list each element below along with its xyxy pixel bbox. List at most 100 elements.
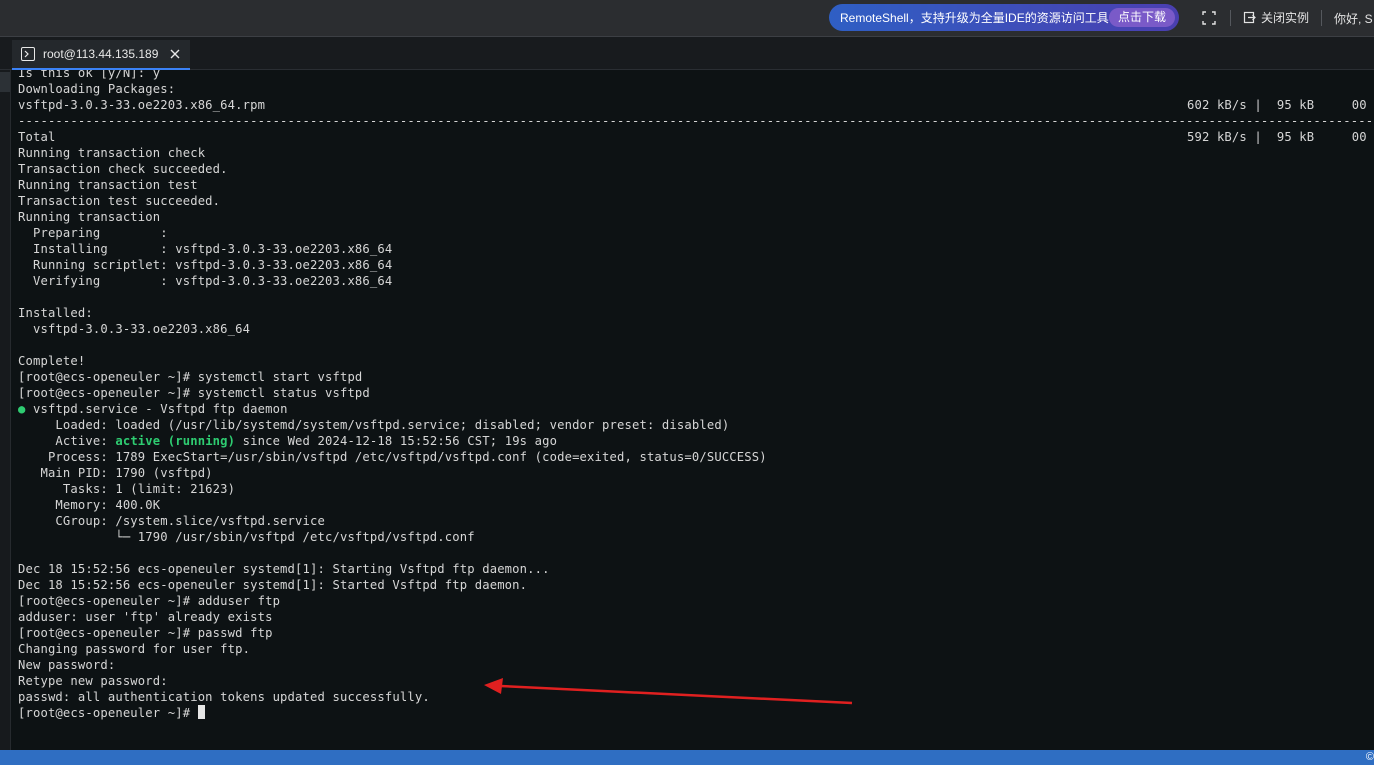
remoteshell-promo-banner[interactable]: RemoteShell，支持升级为全量IDE的资源访问工具 点击下载 (829, 4, 1179, 31)
terminal-line: Total 592 kB/s | 95 kB 00 (18, 129, 1374, 145)
exit-icon (1243, 11, 1256, 24)
terminal-line: ----------------------------------------… (18, 113, 1374, 129)
line-text: Memory: 400.0K (18, 498, 161, 512)
terminal-line: Transaction check succeeded. (18, 161, 1374, 177)
line-text: Preparing : (18, 226, 168, 240)
line-text: passwd: all authentication tokens update… (18, 690, 430, 704)
line-text: Tasks: 1 (limit: 21623) (18, 482, 236, 496)
terminal-line: Verifying : vsftpd-3.0.3-33.oe2203.x86_6… (18, 273, 1374, 289)
terminal-line: Memory: 400.0K (18, 497, 1374, 513)
line-text: Running transaction check (18, 146, 206, 160)
status-corner-text: © (1365, 751, 1374, 763)
terminal-line: [root@ecs-openeuler ~]# adduser ftp (18, 593, 1374, 609)
line-text: vsftpd-3.0.3-33.oe2203.x86_64.rpm (18, 98, 266, 112)
line-text: Installing : vsftpd-3.0.3-33.oe2203.x86_… (18, 242, 393, 256)
terminal-line: ● vsftpd.service - Vsftpd ftp daemon (18, 401, 1374, 417)
download-button[interactable]: 点击下载 (1108, 8, 1175, 27)
session-tab-bar: root@113.44.135.189 (0, 37, 1374, 70)
fullscreen-icon[interactable] (1201, 10, 1217, 26)
download-stats: 602 kB/s | 95 kB 00 (1187, 98, 1367, 112)
top-toolbar: RemoteShell，支持升级为全量IDE的资源访问工具 点击下载 关闭实例 … (0, 0, 1374, 37)
terminal-line: [root@ecs-openeuler ~]# systemctl start … (18, 369, 1374, 385)
line-text: Downloading Packages: (18, 82, 176, 96)
terminal-line: Dec 18 15:52:56 ecs-openeuler systemd[1]… (18, 561, 1374, 577)
line-text: [root@ecs-openeuler ~]# systemctl start … (18, 370, 363, 384)
terminal-line: └─ 1790 /usr/sbin/vsftpd /etc/vsftpd/vsf… (18, 529, 1374, 545)
terminal-line: Running transaction test (18, 177, 1374, 193)
terminal-line: Active: active (running) since Wed 2024-… (18, 433, 1374, 449)
terminal-line: Retype new password: (18, 673, 1374, 689)
line-text: vsftpd-3.0.3-33.oe2203.x86_64 (18, 322, 251, 336)
terminal-lines: Is this ok [y/N]: y Downloading Packages:… (18, 70, 1374, 721)
line-text: [root@ecs-openeuler ~]# passwd ftp (18, 626, 273, 640)
line-text: [root@ecs-openeuler ~]# adduser ftp (18, 594, 281, 608)
terminal-line: New password: (18, 657, 1374, 673)
terminal-line: [root@ecs-openeuler ~]# passwd ftp (18, 625, 1374, 641)
line-text: Process: 1789 ExecStart=/usr/sbin/vsftpd… (18, 450, 767, 464)
line-text: vsftpd.service - Vsftpd ftp daemon (25, 402, 288, 416)
toolbar-divider (1321, 10, 1322, 26)
terminal-line: vsftpd-3.0.3-33.oe2203.x86_64 (18, 321, 1374, 337)
line-text: Transaction check succeeded. (18, 162, 228, 176)
line-text: CGroup: /system.slice/vsftpd.service (18, 514, 325, 528)
close-tab-icon[interactable] (169, 48, 181, 60)
line-text: [root@ecs-openeuler ~]# systemctl status… (18, 386, 370, 400)
line-text: Dec 18 15:52:56 ecs-openeuler systemd[1]… (18, 578, 528, 592)
line-text: Transaction test succeeded. (18, 194, 221, 208)
terminal-line: Transaction test succeeded. (18, 193, 1374, 209)
line-text: Loaded: loaded (/usr/lib/systemd/system/… (18, 418, 730, 432)
close-instance-button[interactable]: 关闭实例 (1243, 9, 1309, 26)
line-text: Running transaction test (18, 178, 198, 192)
download-stats: 592 kB/s | 95 kB 00 (1187, 130, 1367, 144)
line-text: └─ 1790 /usr/sbin/vsftpd /etc/vsftpd/vsf… (18, 530, 475, 544)
line-text: Running transaction (18, 210, 161, 224)
left-gutter (0, 70, 11, 750)
line-text: Active: (18, 434, 116, 448)
line-text: Running scriptlet: vsftpd-3.0.3-33.oe220… (18, 258, 393, 272)
terminal-line: Running scriptlet: vsftpd-3.0.3-33.oe220… (18, 257, 1374, 273)
terminal-line: Downloading Packages: (18, 81, 1374, 97)
terminal-line: Dec 18 15:52:56 ecs-openeuler systemd[1]… (18, 577, 1374, 593)
terminal-line: Running transaction check (18, 145, 1374, 161)
line-text: Total (18, 130, 56, 144)
line-text: Dec 18 15:52:56 ecs-openeuler systemd[1]… (18, 562, 550, 576)
terminal-line: vsftpd-3.0.3-33.oe2203.x86_64.rpm 602 kB/… (18, 97, 1374, 113)
terminal-line: Is this ok [y/N]: y (18, 70, 1374, 81)
status-bar: © (0, 750, 1374, 765)
terminal-line: Main PID: 1790 (vsftpd) (18, 465, 1374, 481)
line-text: Changing password for user ftp. (18, 642, 251, 656)
terminal-line: [root@ecs-openeuler ~]# systemctl status… (18, 385, 1374, 401)
line-text: adduser: user 'ftp' already exists (18, 610, 273, 624)
line-text: Complete! (18, 354, 86, 368)
terminal-output[interactable]: Is this ok [y/N]: y Downloading Packages:… (11, 70, 1374, 750)
terminal-line: [root@ecs-openeuler ~]# (18, 705, 1374, 721)
active-status-text: active (running) (115, 434, 236, 448)
terminal-line: Preparing : (18, 225, 1374, 241)
line-text: Is this ok [y/N]: y (18, 70, 161, 80)
line-text: New password: (18, 658, 116, 672)
terminal-line: Running transaction (18, 209, 1374, 225)
gutter-marker (0, 72, 10, 92)
line-text: Verifying : vsftpd-3.0.3-33.oe2203.x86_6… (18, 274, 393, 288)
line-text: Retype new password: (18, 674, 168, 688)
line-text: ----------------------------------------… (18, 114, 1374, 128)
promo-text: RemoteShell，支持升级为全量IDE的资源访问工具 (840, 11, 1109, 25)
tab-ssh-session[interactable]: root@113.44.135.189 (12, 40, 190, 70)
terminal-line: Process: 1789 ExecStart=/usr/sbin/vsftpd… (18, 449, 1374, 465)
terminal-line: adduser: user 'ftp' already exists (18, 609, 1374, 625)
close-instance-label: 关闭实例 (1261, 11, 1310, 25)
line-text-after: since Wed 2024-12-18 15:52:56 CST; 19s a… (235, 434, 558, 448)
terminal-cursor (197, 705, 205, 719)
terminal-line: Tasks: 1 (limit: 21623) (18, 481, 1374, 497)
terminal-line: passwd: all authentication tokens update… (18, 689, 1374, 705)
terminal-icon (21, 47, 35, 61)
terminal-line: Complete! (18, 353, 1374, 369)
line-text: Installed: (18, 306, 93, 320)
user-greeting-menu[interactable]: 你好, S (1334, 10, 1373, 27)
terminal-line: CGroup: /system.slice/vsftpd.service (18, 513, 1374, 529)
status-dot-icon: ● (18, 402, 26, 416)
line-text: Main PID: 1790 (vsftpd) (18, 466, 213, 480)
